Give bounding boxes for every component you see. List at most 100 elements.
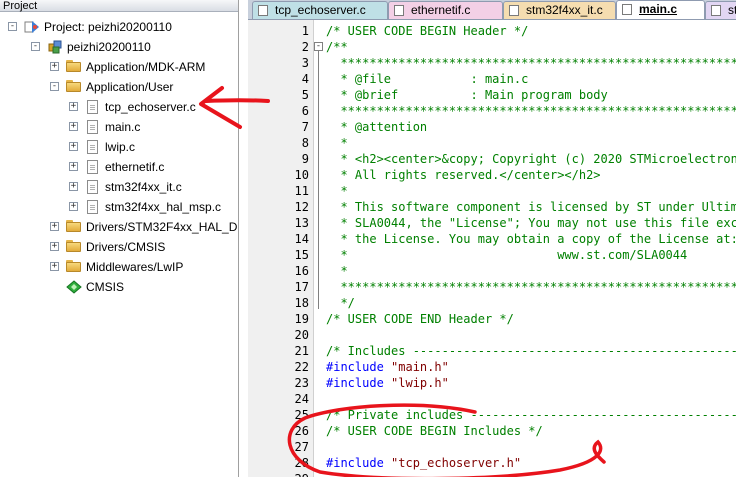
code-line[interactable]: * <h2><center>&copy; Copyright (c) 2020 … <box>326 151 736 167</box>
editor-tab[interactable]: tcp_echoserver.c <box>252 1 388 19</box>
code-line[interactable]: * @attention <box>326 119 427 135</box>
code-line[interactable]: * <box>326 263 348 279</box>
code-line[interactable]: * <box>326 183 348 199</box>
tree-item-label: Middlewares/LwIP <box>86 260 184 274</box>
line-number: 8 <box>301 136 309 150</box>
code-line[interactable]: ****************************************… <box>326 55 736 71</box>
code-line[interactable]: /* Includes ----------------------------… <box>326 343 736 359</box>
folder-icon <box>66 220 81 232</box>
line-number: 21 <box>294 344 309 358</box>
code-token: * the License. You may obtain a copy of … <box>326 232 736 246</box>
code-token: /** <box>326 40 348 54</box>
code-line[interactable]: #include "main.h" <box>326 359 449 375</box>
line-number: 24 <box>294 392 309 406</box>
code-line[interactable]: * @brief : Main program body <box>326 87 607 103</box>
expand-toggle[interactable]: + <box>69 142 78 151</box>
collapse-toggle[interactable]: - <box>50 82 59 91</box>
line-number: 15 <box>294 248 309 262</box>
tree-item[interactable]: + ethernetif.c <box>0 157 238 177</box>
code-line[interactable]: * All rights reserved.</center></h2> <box>326 167 601 183</box>
editor-tab-label: tcp_echoserver.c <box>275 3 366 17</box>
collapse-toggle[interactable]: - <box>31 42 40 51</box>
code-line[interactable]: /** <box>326 39 348 55</box>
code-token: * All rights reserved.</center></h2> <box>326 168 601 182</box>
line-number: 26 <box>294 424 309 438</box>
expand-toggle[interactable]: + <box>69 162 78 171</box>
expand-toggle[interactable]: + <box>50 222 59 231</box>
code-token: */ <box>326 296 355 310</box>
expand-toggle[interactable]: + <box>69 122 78 131</box>
code-token: * @attention <box>326 120 428 134</box>
editor-tab-label: startu <box>728 3 736 17</box>
code-token: * <box>326 264 348 278</box>
code-token: "lwip.h" <box>391 376 449 390</box>
tree-item[interactable]: - Application/User <box>0 77 238 97</box>
tree-item[interactable]: + main.c <box>0 117 238 137</box>
expand-toggle[interactable]: + <box>69 202 78 211</box>
target-icon <box>48 40 62 54</box>
tree-item[interactable]: + Application/MDK-ARM <box>0 57 238 77</box>
line-number: 4 <box>301 72 309 86</box>
code-line[interactable]: ****************************************… <box>326 279 736 295</box>
tree-item[interactable]: + Drivers/STM32F4xx_HAL_Driv <box>0 217 238 237</box>
folder-open-icon <box>66 80 81 92</box>
tree-item[interactable]: + Drivers/CMSIS <box>0 237 238 257</box>
expand-toggle[interactable]: + <box>69 182 78 191</box>
code-line[interactable]: */ <box>326 295 355 311</box>
expand-toggle[interactable]: + <box>69 102 78 111</box>
line-number: 18 <box>294 296 309 310</box>
line-number: 16 <box>294 264 309 278</box>
editor-tab[interactable]: stm32f4xx_it.c <box>503 1 616 19</box>
editor-tab[interactable]: startu <box>705 1 736 19</box>
code-token: * SLA0044, the "License"; You may not us… <box>340 216 736 230</box>
code-line[interactable]: * SLA0044, the "License"; You may not us… <box>326 215 736 231</box>
tree-item[interactable]: - peizhi20200110 <box>0 37 238 57</box>
line-number: 29 <box>248 471 309 477</box>
code-line[interactable]: * <box>326 135 347 151</box>
line-number: 14 <box>294 232 309 246</box>
line-number: 13 <box>294 216 309 230</box>
code-token: * <box>326 184 348 198</box>
code-line[interactable]: /* USER CODE BEGIN Includes */ <box>326 423 543 439</box>
tree-item-label: ethernetif.c <box>105 160 165 174</box>
code-line[interactable]: ****************************************… <box>326 103 736 119</box>
code-line[interactable]: /* USER CODE END Header */ <box>326 311 514 327</box>
folder-icon <box>66 240 81 252</box>
code-line[interactable]: * the License. You may obtain a copy of … <box>326 231 736 247</box>
collapse-toggle[interactable]: - <box>8 22 17 31</box>
code-token: ****************************************… <box>340 104 736 118</box>
tree-item[interactable]: + stm32f4xx_hal_msp.c <box>0 197 238 217</box>
tree-item[interactable]: + tcp_echoserver.c <box>0 97 238 117</box>
code-line[interactable]: #include "lwip.h" <box>326 375 449 391</box>
editor-tab[interactable]: main.c <box>616 0 705 19</box>
tree-item[interactable]: CMSIS <box>0 277 238 297</box>
code-line[interactable]: #include "tcp_echoserver.h" <box>326 455 521 471</box>
tree-item-label: tcp_echoserver.c <box>105 100 196 114</box>
code-line[interactable]: * This software component is licensed by… <box>326 199 736 215</box>
code-line[interactable]: * www.st.com/SLA0044 <box>326 247 687 263</box>
code-editor[interactable]: 1 2 3 4 5 6 7 8 9 10 11 12 13 14 15 16 17 18 19 20 21 22 23 24 2… <box>248 20 736 477</box>
expand-toggle[interactable]: + <box>50 262 59 271</box>
tree-item-label: Application/User <box>86 80 174 94</box>
line-number: 23 <box>294 376 309 390</box>
code-token: /* USER CODE BEGIN Header */ <box>326 24 529 38</box>
code-token: #include <box>326 360 392 374</box>
tree-item[interactable]: + stm32f4xx_it.c <box>0 177 238 197</box>
fold-toggle[interactable]: - <box>314 42 323 51</box>
expand-toggle[interactable]: + <box>50 62 59 71</box>
tree-item[interactable]: - Project: peizhi20200110 <box>0 17 238 37</box>
code-line[interactable]: /* Private includes --------------------… <box>326 407 736 423</box>
expand-toggle[interactable]: + <box>50 242 59 251</box>
line-number: 25 <box>294 408 309 422</box>
editor-tab[interactable]: ethernetif.c <box>388 1 503 19</box>
tree-item[interactable]: + Middlewares/LwIP <box>0 257 238 277</box>
file-icon <box>394 5 404 16</box>
tree-item[interactable]: + lwip.c <box>0 137 238 157</box>
c-file-icon <box>87 160 98 174</box>
editor-tab-label: main.c <box>639 2 678 16</box>
tree-item-label: stm32f4xx_hal_msp.c <box>105 200 222 214</box>
code-line[interactable]: * @file : main.c <box>326 71 528 87</box>
line-number: 5 <box>301 88 309 102</box>
tree-item-label: peizhi20200110 <box>67 40 151 54</box>
code-line[interactable]: /* USER CODE BEGIN Header */ <box>326 23 528 39</box>
